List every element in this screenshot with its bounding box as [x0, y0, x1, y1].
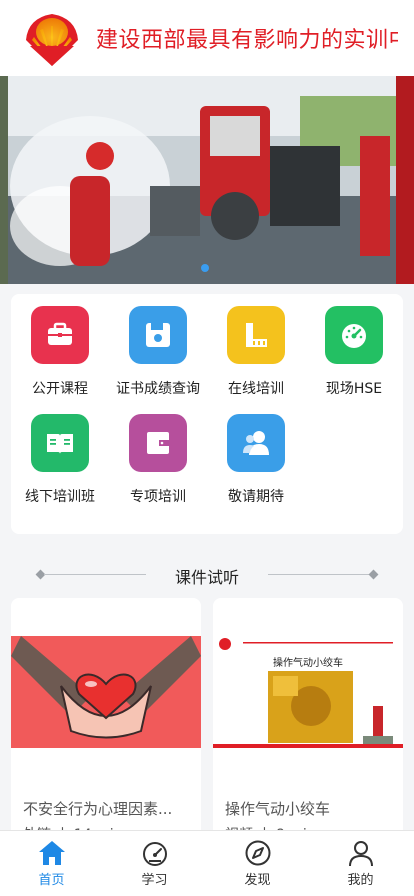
home-icon [39, 841, 65, 865]
winch-image [213, 636, 403, 748]
course-card[interactable]: 不安全行为心理因素... 外链 丨 14 min [11, 598, 201, 848]
bottom-tab-bar: 首页 学习 发现 我的 [0, 830, 414, 896]
menu-label: 专项培训 [130, 489, 186, 505]
menu-label: 线下培训班 [25, 489, 95, 505]
menu-item-public-course[interactable]: 公开课程 [11, 294, 109, 397]
carousel-indicator[interactable] [201, 264, 209, 272]
menu-item-online-training[interactable]: 在线培训 [207, 294, 305, 397]
banner-carousel[interactable] [0, 76, 414, 284]
book-icon [47, 434, 73, 454]
app-header: 建设西部最具有影响力的实训中心 [0, 0, 414, 76]
section-title: 课件试听 [174, 568, 239, 587]
menu-icon-tile [227, 414, 285, 472]
menu-item-special-training[interactable]: 专项培训 [109, 402, 207, 505]
menu-icon-tile [31, 414, 89, 472]
announcement-marquee[interactable]: 建设西部最具有影响力的实训中心 [96, 24, 398, 58]
menu-icon-tile [325, 306, 383, 364]
divider-line-right [268, 574, 370, 575]
tab-label: 学习 [141, 873, 168, 888]
briefcase-icon [48, 322, 72, 345]
menu-icon-tile [129, 414, 187, 472]
menu-label: 敬请期待 [228, 489, 284, 505]
tab-label: 首页 [38, 873, 65, 888]
speedometer-icon [143, 842, 167, 866]
tab-label: 发现 [244, 873, 271, 888]
user-icon [349, 841, 373, 867]
menu-item-onsite-hse[interactable]: 现场HSE [305, 294, 403, 397]
tab-label: 我的 [347, 873, 374, 888]
tab-discover[interactable]: 发现 [206, 831, 309, 896]
company-logo [26, 14, 78, 66]
menu-item-offline-class[interactable]: 线下培训班 [11, 402, 109, 505]
course-thumbnail [11, 636, 201, 748]
floppy-icon [146, 323, 170, 347]
thumbnail-caption: 操作气动小绞车 [273, 658, 343, 669]
heart-hands-image [11, 636, 201, 748]
tab-study[interactable]: 学习 [103, 831, 206, 896]
banner-image [0, 76, 414, 284]
menu-label: 现场HSE [325, 381, 383, 397]
tab-home[interactable]: 首页 [0, 831, 103, 896]
section-header: 课件试听 [0, 560, 414, 590]
course-card[interactable]: 操作气动小绞车 操作气动小绞车 视频 丨 8 min [213, 598, 403, 848]
menu-icon-tile [129, 306, 187, 364]
feature-menu-card: 公开课程 证书成绩查询 在线培训 现场HSE 线下培训班 专项培训 敬请期待 [11, 294, 403, 534]
menu-item-certificate-query[interactable]: 证书成绩查询 [109, 294, 207, 397]
gauge-icon [342, 324, 366, 348]
compass-icon [245, 840, 271, 866]
menu-icon-tile [31, 306, 89, 364]
users-icon [243, 431, 269, 455]
menu-label: 公开课程 [32, 381, 88, 397]
menu-label: 证书成绩查询 [116, 381, 200, 397]
tab-mine[interactable]: 我的 [309, 831, 412, 896]
course-title: 操作气动小绞车 [225, 800, 331, 818]
course-title: 不安全行为心理因素... [23, 800, 173, 818]
wallet-icon [147, 432, 169, 454]
ruler-icon [246, 323, 267, 347]
course-thumbnail: 操作气动小绞车 [213, 636, 403, 748]
menu-icon-tile [227, 306, 285, 364]
menu-item-coming-soon[interactable]: 敬请期待 [207, 402, 305, 505]
menu-label: 在线培训 [228, 381, 284, 397]
